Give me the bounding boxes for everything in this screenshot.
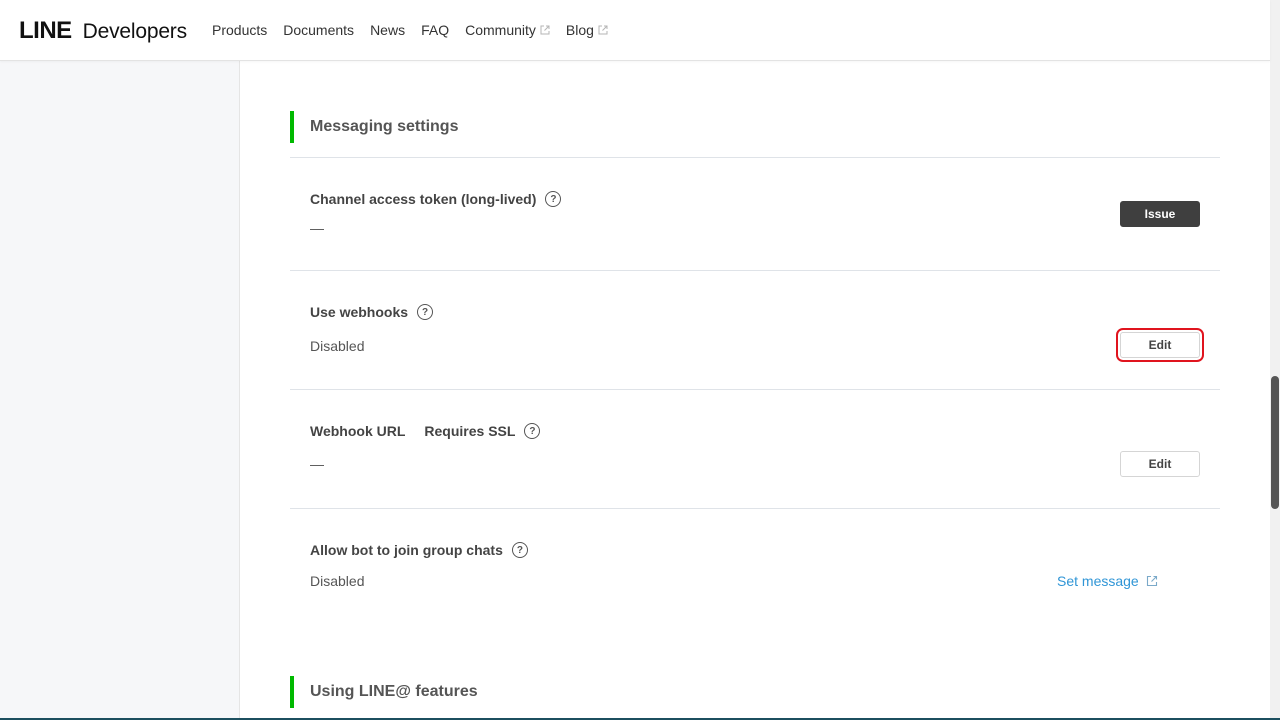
webhook-url-value: — <box>310 456 324 472</box>
nav-blog-label: Blog <box>565 22 594 38</box>
use-webhooks-label: Use webhooks ? <box>310 304 434 320</box>
nav-documents-label: Documents <box>283 22 355 38</box>
nav-products-label: Products <box>212 22 268 38</box>
scrollbar-thumb[interactable] <box>1271 376 1279 509</box>
main-nav: Products Documents News FAQ Community Bl… <box>212 22 624 38</box>
webhook-url-label-text: Webhook URL <box>310 423 406 439</box>
nav-documents[interactable]: Documents <box>283 22 354 38</box>
group-chats-label-text: Allow bot to join group chats <box>310 542 503 558</box>
left-sidebar <box>0 61 240 720</box>
logo-product: Developers <box>82 20 187 43</box>
external-link-icon <box>1146 575 1158 587</box>
access-token-value: — <box>310 220 324 236</box>
use-webhooks-value: Disabled <box>310 338 365 354</box>
requires-ssl-label: Requires SSL <box>424 423 516 439</box>
nav-products[interactable]: Products <box>212 22 267 38</box>
line-developers-logo[interactable]: LINE Developers <box>19 17 187 45</box>
group-chats-value: Disabled <box>310 573 365 589</box>
use-webhooks-label-text: Use webhooks <box>310 304 409 320</box>
group-chats-label: Allow bot to join group chats ? <box>310 542 528 558</box>
page-scrollbar[interactable] <box>1270 0 1280 720</box>
nav-community[interactable]: Community <box>465 22 550 38</box>
section-title-line-at-features: Using LINE@ features <box>290 676 478 708</box>
external-link-icon <box>598 25 608 35</box>
set-message-link-text: Set message <box>1057 573 1139 589</box>
external-link-icon <box>540 25 550 35</box>
nav-faq-label: FAQ <box>421 22 450 38</box>
divider <box>290 270 1220 271</box>
section-title-messaging-settings: Messaging settings <box>290 111 458 143</box>
help-icon[interactable]: ? <box>545 191 562 207</box>
issue-button[interactable]: Issue <box>1120 201 1200 227</box>
top-header: LINE Developers Products Documents News … <box>0 0 1270 61</box>
help-icon[interactable]: ? <box>511 542 528 558</box>
nav-news[interactable]: News <box>370 22 405 38</box>
divider <box>290 508 1220 509</box>
set-message-link[interactable]: Set message <box>1057 573 1158 589</box>
access-token-label-text: Channel access token (long-lived) <box>310 191 537 207</box>
nav-blog[interactable]: Blog <box>566 22 608 38</box>
nav-news-label: News <box>370 22 406 38</box>
help-icon[interactable]: ? <box>417 304 434 320</box>
nav-faq[interactable]: FAQ <box>421 22 449 38</box>
edit-webhooks-button[interactable]: Edit <box>1116 328 1204 362</box>
webhook-url-label: Webhook URL Requires SSL ? <box>310 423 541 439</box>
edit-webhook-url-button[interactable]: Edit <box>1120 451 1200 477</box>
logo-brand: LINE <box>19 17 72 44</box>
access-token-label: Channel access token (long-lived) ? <box>310 191 562 207</box>
divider <box>290 157 1220 158</box>
nav-community-label: Community <box>465 22 536 38</box>
divider <box>290 389 1220 390</box>
help-icon[interactable]: ? <box>524 423 541 439</box>
